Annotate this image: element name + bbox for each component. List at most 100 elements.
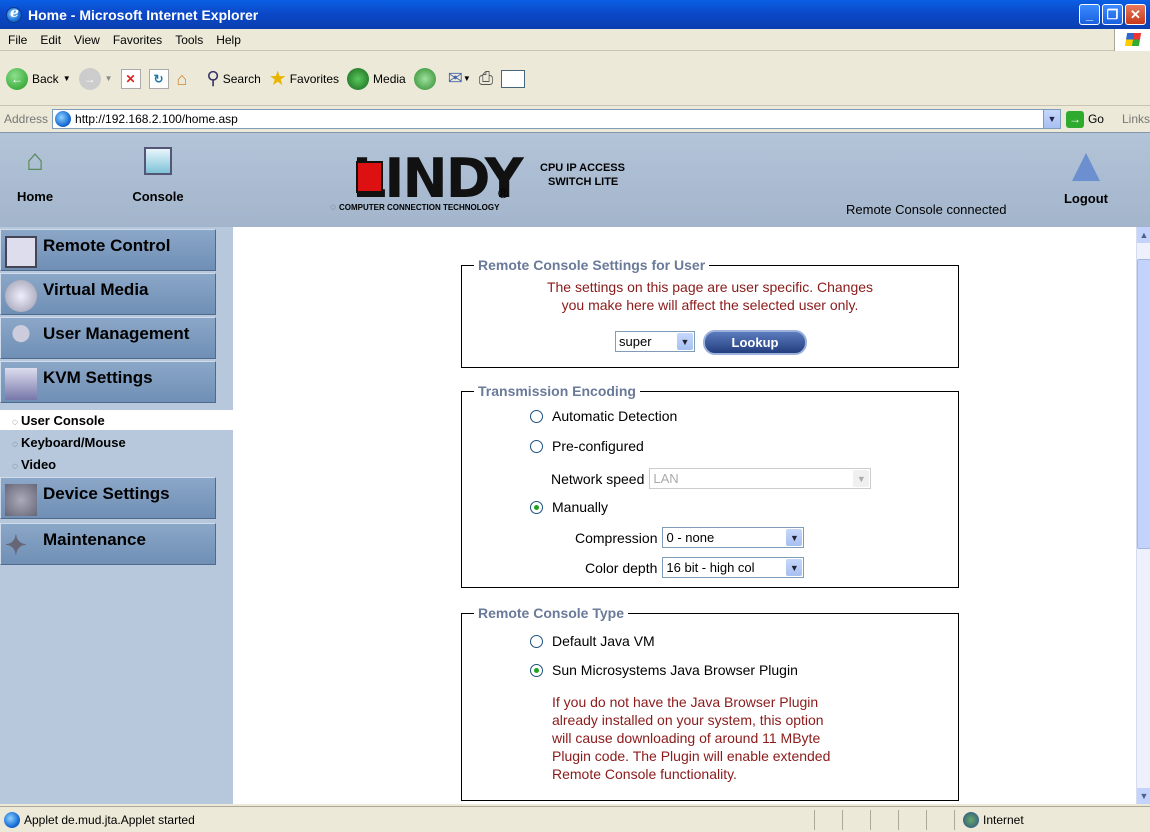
sidebar-subitem-keyboard-mouse[interactable]: Keyboard/Mouse	[12, 435, 126, 450]
user-settings-note: The settings on this page are user speci…	[546, 279, 874, 313]
address-label: Address	[4, 112, 49, 126]
menu-file[interactable]: File	[8, 33, 27, 47]
compression-row: Compression 0 - none ▼	[575, 527, 805, 548]
connection-status: Remote Console connected	[846, 202, 1007, 217]
chevron-down-icon: ▼	[677, 333, 693, 350]
stop-icon: ✕	[120, 68, 141, 89]
sidebar-subitem-user-console[interactable]: User Console	[12, 413, 105, 428]
users-icon	[5, 324, 37, 356]
forward-arrow-icon: →	[78, 67, 101, 90]
back-arrow-icon: ←	[6, 67, 28, 90]
links-button[interactable]: Links	[1122, 112, 1150, 126]
monitor-icon	[144, 147, 172, 175]
network-speed-select: LAN ▼	[649, 468, 872, 489]
plugin-note: If you do not have the Java Browser Plug…	[552, 694, 831, 782]
main-content: Remote Console Settings for User The set…	[233, 227, 1136, 804]
edit-icon	[501, 69, 526, 88]
lookup-button[interactable]: Lookup	[703, 330, 807, 355]
radio-manual[interactable]	[530, 500, 543, 514]
stop-button[interactable]: ✕	[120, 68, 141, 89]
search-button[interactable]: ⚲ Search	[207, 68, 261, 89]
radio-sun-plugin[interactable]	[530, 663, 543, 677]
kvm-header: ⌂ Home Console LINDY ® COMPUTER CONNECTI…	[0, 132, 1150, 227]
logout-icon	[1072, 153, 1100, 181]
refresh-button[interactable]: ↻	[148, 68, 169, 89]
chevron-down-icon[interactable]: ▼	[1042, 110, 1060, 128]
scroll-thumb[interactable]	[1137, 259, 1150, 549]
chevron-down-icon: ▼	[786, 529, 803, 546]
logo-red-block	[356, 161, 383, 193]
sidebar-item-virtual-media[interactable]: Virtual Media	[0, 273, 216, 315]
media-button[interactable]: Media	[347, 67, 406, 90]
sidebar-item-maintenance[interactable]: ✦ Maintenance	[0, 523, 216, 565]
java-vm-option[interactable]: Default Java VM	[530, 633, 655, 649]
vertical-scrollbar[interactable]: ▲ ▼	[1136, 227, 1150, 804]
go-arrow-icon: →	[1065, 110, 1084, 128]
monitor-icon	[5, 236, 37, 268]
address-bar: Address http://192.168.2.100/home.asp ▼ …	[0, 107, 1150, 131]
scroll-down-icon[interactable]: ▼	[1137, 788, 1150, 804]
address-input[interactable]: http://192.168.2.100/home.asp ▼	[52, 109, 1061, 129]
keyboard-icon	[5, 368, 37, 400]
gear-icon	[5, 484, 37, 516]
disc-icon	[5, 280, 37, 312]
zone-label: Internet	[983, 812, 1024, 827]
console-nav[interactable]: Console	[122, 147, 194, 204]
sidebar-item-device-settings[interactable]: Device Settings	[0, 477, 216, 519]
encoding-manual-option[interactable]: Manually	[530, 499, 608, 515]
sidebar-subitem-video[interactable]: Video	[12, 457, 56, 472]
media-icon	[347, 67, 370, 90]
mail-button[interactable]: ✉ ▼	[448, 68, 471, 89]
logout-nav[interactable]: Logout	[1055, 153, 1117, 206]
sidebar: Remote Control Virtual Media User Manage…	[0, 227, 233, 804]
minimize-button[interactable]: _	[1079, 4, 1100, 25]
scroll-up-icon[interactable]: ▲	[1137, 227, 1150, 243]
compression-select[interactable]: 0 - none ▼	[662, 527, 805, 548]
mail-icon: ✉	[447, 68, 463, 88]
sun-plugin-option[interactable]: Sun Microsystems Java Browser Plugin	[530, 662, 798, 678]
color-depth-select[interactable]: 16 bit - high col ▼	[662, 557, 805, 578]
house-icon: ⌂	[25, 144, 45, 177]
home-nav[interactable]: ⌂ Home	[6, 144, 64, 205]
toolbar: ← Back ▼ → ▼ ✕ ↻ ⌂ ⚲ Search ★ Favorites Medi…	[0, 52, 1150, 106]
user-select[interactable]: super ▼	[615, 331, 695, 352]
star-icon: ★	[268, 68, 287, 90]
wrench-icon: ✦	[5, 530, 27, 560]
history-button[interactable]	[413, 67, 440, 90]
radio-auto[interactable]	[530, 409, 543, 423]
menu-view[interactable]: View	[74, 33, 100, 47]
sidebar-item-remote-control[interactable]: Remote Control	[0, 229, 216, 271]
chevron-down-icon: ▼	[853, 470, 870, 487]
status-text: Applet de.mud.jta.Applet started	[24, 812, 195, 827]
home-button[interactable]: ⌂	[177, 69, 199, 89]
print-button[interactable]: ⎙	[479, 68, 493, 89]
edit-button[interactable]	[501, 69, 526, 88]
menu-help[interactable]: Help	[216, 33, 241, 47]
ie-icon	[6, 5, 22, 23]
network-speed-row: Network speed LAN ▼	[551, 468, 872, 489]
history-icon	[413, 67, 436, 90]
close-button[interactable]: ✕	[1125, 4, 1146, 25]
favorites-button[interactable]: ★ Favorites	[269, 66, 339, 91]
menu-edit[interactable]: Edit	[40, 33, 61, 47]
back-button[interactable]: ← Back ▼	[6, 67, 71, 90]
menu-favorites[interactable]: Favorites	[113, 33, 162, 47]
refresh-icon: ↻	[148, 68, 169, 89]
sidebar-item-kvm-settings[interactable]: KVM Settings	[0, 361, 216, 403]
page-icon	[55, 111, 72, 127]
print-icon: ⎙	[478, 68, 494, 88]
encoding-preconf-option[interactable]: Pre-configured	[530, 438, 644, 454]
window-titlebar: Home - Microsoft Internet Explorer _ ❐ ✕	[0, 0, 1150, 29]
encoding-auto-option[interactable]: Automatic Detection	[530, 408, 677, 424]
go-button[interactable]: → Go	[1065, 110, 1104, 128]
menu-bar: File Edit View Favorites Tools Help	[0, 29, 1150, 51]
radio-java-vm[interactable]	[530, 634, 543, 648]
menu-tools[interactable]: Tools	[175, 33, 203, 47]
sidebar-item-user-management[interactable]: User Management	[0, 317, 216, 359]
page-icon	[4, 811, 20, 828]
maximize-button[interactable]: ❐	[1102, 4, 1123, 25]
product-name: CPU IP ACCESS SWITCH LITE	[540, 162, 625, 188]
chevron-down-icon: ▼	[786, 559, 803, 576]
forward-button[interactable]: → ▼	[78, 67, 113, 90]
radio-preconf[interactable]	[530, 439, 543, 453]
